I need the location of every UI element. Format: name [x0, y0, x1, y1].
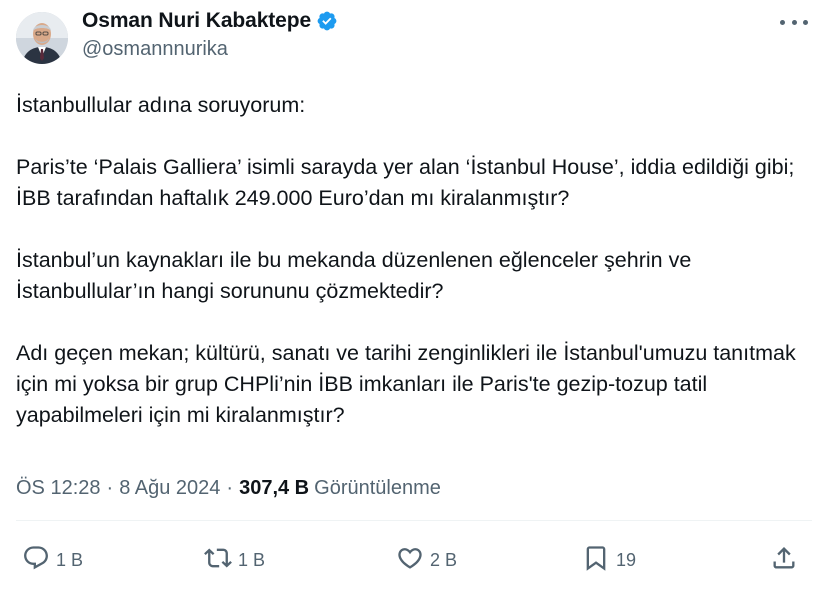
- retweet-count: 1 B: [238, 549, 266, 570]
- more-icon[interactable]: [780, 12, 808, 32]
- like-button[interactable]: 2 B: [396, 540, 457, 580]
- tweet-date[interactable]: 8 Ağu 2024: [119, 477, 220, 500]
- views-label[interactable]: Görüntülenme: [314, 477, 441, 500]
- author-name-row[interactable]: Osman Nuri Kabaktepe: [82, 9, 338, 33]
- bookmark-button[interactable]: 19: [582, 540, 636, 580]
- tweet-paragraph: İstanbullular adına soruyorum:: [16, 93, 306, 117]
- like-count: 2 B: [430, 549, 458, 570]
- tweet-meta: ÖS 12:28 · 8 Ağu 2024 · 307,4 B Görüntül…: [16, 477, 441, 500]
- divider: [16, 520, 812, 521]
- meta-separator: ·: [106, 477, 114, 499]
- author-display-name[interactable]: Osman Nuri Kabaktepe: [82, 9, 311, 33]
- heart-icon: [396, 544, 424, 577]
- tweet-paragraph: Adı geçen mekan; kültürü, sanatı ve tari…: [16, 341, 796, 427]
- verified-badge-icon: [316, 10, 338, 32]
- views-count[interactable]: 307,4 B: [239, 477, 309, 500]
- bookmark-count: 19: [616, 549, 637, 570]
- retweet-icon: [204, 544, 232, 577]
- tweet-time[interactable]: ÖS 12:28: [16, 477, 101, 500]
- reply-icon: [22, 544, 50, 577]
- reply-button[interactable]: 1 B: [22, 540, 83, 580]
- bookmark-icon: [582, 544, 610, 577]
- tweet-card: Osman Nuri Kabaktepe @osmannnurika İstan…: [0, 0, 828, 615]
- share-icon: [770, 544, 798, 577]
- tweet-paragraph: İstanbul’un kaynakları ile bu mekanda dü…: [16, 248, 692, 303]
- action-bar: 1 B 1 B 2 B 19: [0, 540, 828, 580]
- meta-separator: ·: [226, 477, 234, 499]
- share-button[interactable]: [770, 540, 798, 580]
- tweet-text: İstanbullular adına soruyorum: Paris’te …: [16, 90, 816, 462]
- reply-count: 1 B: [56, 549, 84, 570]
- author-handle[interactable]: @osmannnurika: [82, 38, 228, 61]
- retweet-button[interactable]: 1 B: [204, 540, 265, 580]
- avatar[interactable]: [16, 12, 68, 64]
- tweet-paragraph: Paris’te ‘Palais Galliera’ isimli sarayd…: [16, 155, 795, 210]
